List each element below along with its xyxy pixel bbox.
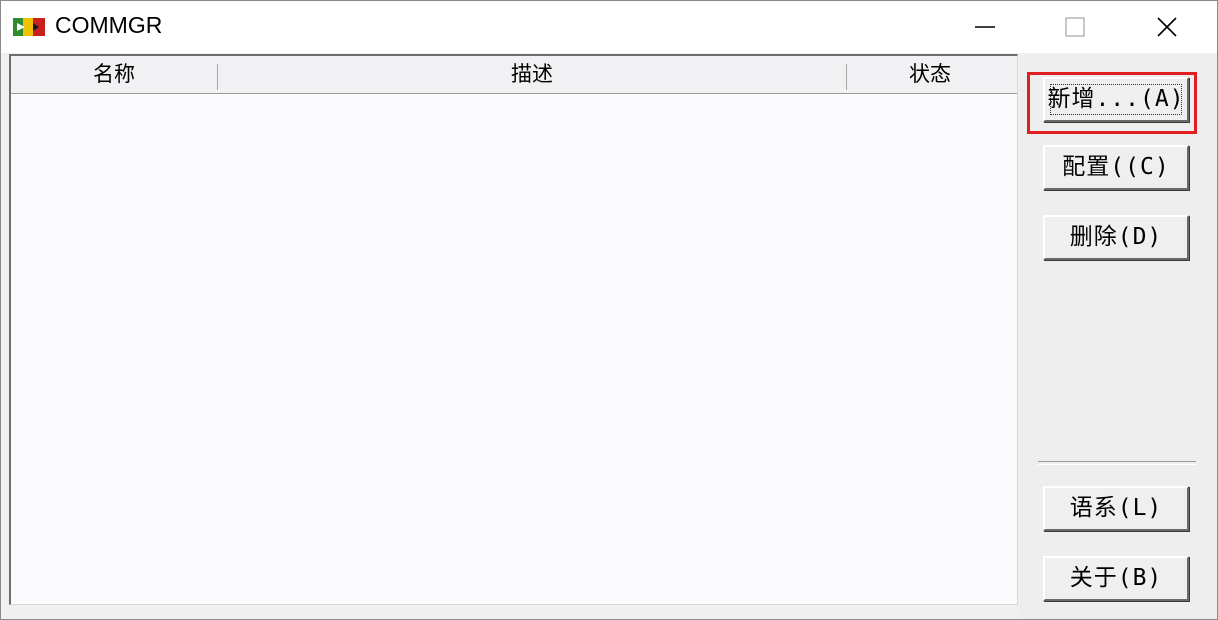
config-button-label: 配置((C) (1062, 154, 1170, 180)
close-icon (1157, 17, 1177, 37)
highlight-annotation (1027, 72, 1197, 134)
about-button[interactable]: 关于(B) (1043, 556, 1189, 601)
title-bar: COMMGR (1, 1, 1217, 53)
config-button[interactable]: 配置((C) (1043, 145, 1189, 190)
column-header-description[interactable]: 描述 (218, 56, 846, 93)
maximize-button[interactable] (1035, 1, 1115, 53)
maximize-icon (1065, 17, 1085, 37)
app-window: COMMGR 名称 描述 状态 新增...(A) 配置((C) 删除(D) 语系… (0, 0, 1218, 620)
language-button-label: 语系(L) (1069, 495, 1163, 521)
language-button[interactable]: 语系(L) (1043, 486, 1189, 531)
column-header-status[interactable]: 状态 (847, 56, 1013, 93)
minimize-icon (975, 26, 995, 28)
list-header: 名称 描述 状态 (11, 56, 1017, 94)
delete-button[interactable]: 删除(D) (1043, 215, 1189, 260)
device-list[interactable]: 名称 描述 状态 (9, 54, 1018, 605)
delete-button-label: 删除(D) (1069, 224, 1163, 250)
window-title: COMMGR (55, 12, 163, 38)
minimize-button[interactable] (945, 1, 1025, 53)
button-panel (1019, 54, 1217, 619)
column-header-name[interactable]: 名称 (11, 56, 217, 93)
about-button-label: 关于(B) (1069, 565, 1163, 591)
app-icon (13, 15, 45, 39)
panel-divider (1038, 461, 1196, 465)
close-button[interactable] (1127, 1, 1207, 53)
